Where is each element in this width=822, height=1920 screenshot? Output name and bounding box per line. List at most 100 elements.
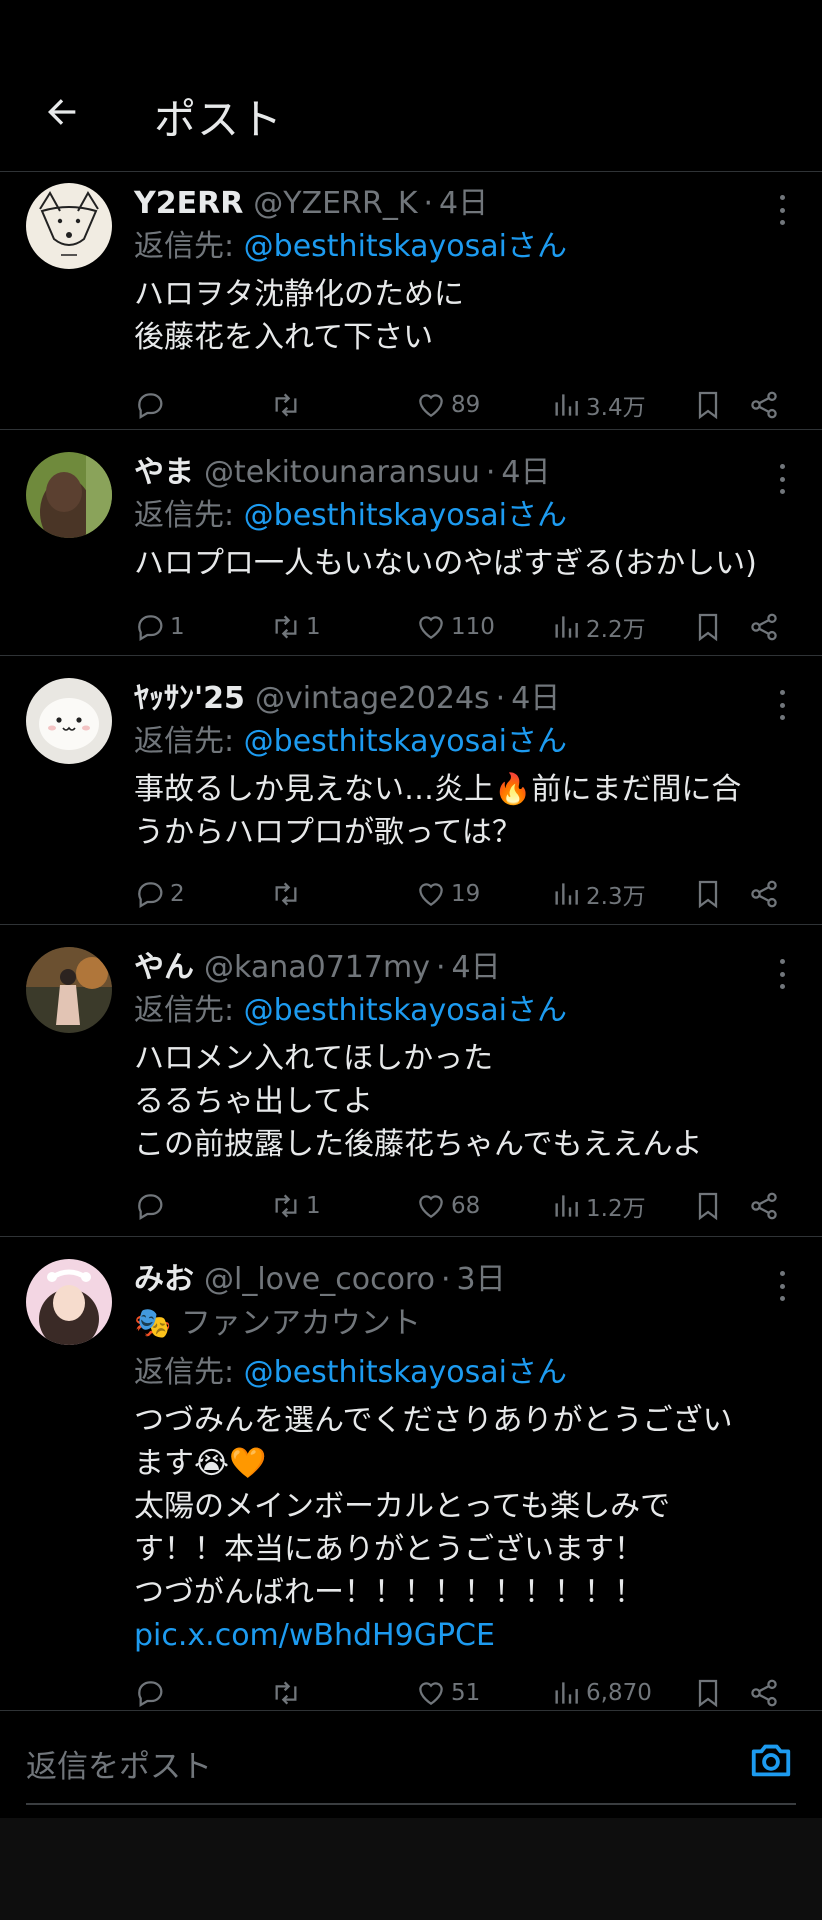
share-button[interactable]: [748, 876, 780, 912]
handle[interactable]: @vintage2024s: [255, 678, 490, 720]
like-button[interactable]: 51: [415, 1675, 480, 1711]
like-button[interactable]: 19: [415, 876, 480, 912]
timestamp[interactable]: 4日: [501, 452, 550, 494]
reply-post[interactable]: みお @l_love_cocoro · 3日 🎭 ファンアカウント 返信先: @…: [0, 1237, 822, 1711]
retweet-icon: [275, 615, 297, 639]
media-link[interactable]: pic.x.com/wBhdH9GPCE: [134, 1614, 792, 1657]
views-icon: [555, 1195, 578, 1217]
reply-post[interactable]: やん @kana0717my · 4日 返信先: @besthitskayosa…: [0, 925, 822, 1237]
bookmark-icon: [698, 1679, 718, 1708]
reply-composer[interactable]: 返信をポスト: [0, 1711, 822, 1819]
avatar[interactable]: [26, 1259, 112, 1345]
composer-underline: [26, 1803, 796, 1805]
repost-button[interactable]: [270, 387, 306, 423]
like-button[interactable]: 110: [415, 609, 495, 645]
bookmark-button[interactable]: [692, 609, 724, 645]
like-button[interactable]: 68: [415, 1188, 480, 1224]
handle[interactable]: @YZERR_K: [253, 183, 417, 225]
repost-button[interactable]: [270, 1675, 306, 1711]
more-button[interactable]: [772, 690, 792, 720]
bookmark-button[interactable]: [692, 1188, 724, 1224]
more-button[interactable]: [772, 959, 792, 989]
retweet-icon: [275, 393, 297, 417]
avatar[interactable]: [26, 183, 112, 269]
views-icon: [555, 616, 578, 638]
share-icon: [751, 391, 777, 419]
mention-link[interactable]: @besthitskayosaiさん: [244, 498, 567, 533]
more-button[interactable]: [772, 195, 792, 225]
avatar[interactable]: [26, 678, 112, 764]
views-button[interactable]: 2.2万: [550, 609, 646, 645]
timestamp[interactable]: 4日: [452, 947, 501, 989]
heart-icon: [419, 616, 443, 640]
views-button[interactable]: 3.4万: [550, 387, 646, 423]
reply-post[interactable]: ﾔｯｻﾝ'25 @vintage2024s · 4日 返信先: @besthit…: [0, 656, 822, 925]
mention-link[interactable]: @besthitskayosaiさん: [244, 724, 567, 759]
reply-post[interactable]: Y2ERR @YZERR_K · 4日 返信先: @besthitskayosa…: [0, 173, 822, 430]
replying-to: 返信先: @besthitskayosaiさん: [134, 720, 792, 764]
timestamp[interactable]: 4日: [439, 183, 488, 225]
views-icon: [555, 394, 578, 416]
avatar[interactable]: [26, 947, 112, 1033]
avatar[interactable]: [26, 452, 112, 538]
reply-button[interactable]: [134, 387, 170, 423]
share-button[interactable]: [748, 1188, 780, 1224]
bookmark-icon: [698, 1192, 718, 1221]
mention-link[interactable]: @besthitskayosaiさん: [244, 1355, 567, 1390]
share-button[interactable]: [748, 609, 780, 645]
bookmark-button[interactable]: [692, 387, 724, 423]
handle[interactable]: @tekitounaransuu: [204, 452, 480, 494]
more-button[interactable]: [772, 1271, 792, 1301]
reply-post[interactable]: やま @tekitounaransuu · 4日 返信先: @besthitsk…: [0, 430, 822, 656]
separator: ·: [423, 186, 434, 221]
repost-button[interactable]: [270, 876, 306, 912]
like-count: 68: [451, 1193, 481, 1219]
views-button[interactable]: 1.2万: [550, 1188, 646, 1224]
share-button[interactable]: [748, 387, 780, 423]
view-count: 6,870: [586, 1680, 652, 1706]
share-icon: [751, 880, 777, 908]
views-button[interactable]: 2.3万: [550, 876, 646, 912]
bookmark-button[interactable]: [692, 1675, 724, 1711]
display-name[interactable]: ﾔｯｻﾝ'25: [134, 678, 245, 720]
handle[interactable]: @kana0717my: [204, 947, 430, 989]
reply-button[interactable]: 1: [134, 609, 185, 645]
display-name[interactable]: Y2ERR: [134, 183, 243, 225]
timestamp[interactable]: 4日: [511, 678, 560, 720]
heart-icon: [419, 394, 443, 418]
reply-button[interactable]: [134, 1675, 170, 1711]
display-name[interactable]: やま: [134, 452, 194, 494]
repost-count: 1: [306, 1193, 321, 1219]
repost-button[interactable]: 1: [270, 1188, 321, 1224]
reply-count: 2: [170, 881, 185, 907]
view-count: 3.4万: [586, 395, 646, 421]
views-icon: [555, 883, 578, 905]
camera-button[interactable]: [748, 1737, 794, 1783]
separator: ·: [435, 950, 446, 985]
timestamp[interactable]: 3日: [457, 1259, 506, 1301]
mention-link[interactable]: @besthitskayosaiさん: [244, 229, 567, 264]
display-name[interactable]: やん: [134, 947, 194, 989]
replying-label: 返信先:: [134, 229, 235, 264]
reply-input[interactable]: 返信をポスト: [26, 1741, 212, 1786]
bookmark-button[interactable]: [692, 876, 724, 912]
share-button[interactable]: [748, 1675, 780, 1711]
handle[interactable]: @l_love_cocoro: [204, 1259, 435, 1301]
reply-icon: [138, 1194, 163, 1221]
replying-to: 返信先: @besthitskayosaiさん: [134, 494, 792, 538]
post-text: つづみんを選んでくださりありがとうござい ます😭🧡 太陽のメインボーカルとっても…: [134, 1403, 733, 1610]
replying-to: 返信先: @besthitskayosaiさん: [134, 1351, 792, 1395]
display-name[interactable]: みお: [134, 1259, 194, 1301]
back-button[interactable]: [38, 88, 86, 136]
more-button[interactable]: [772, 464, 792, 494]
repost-button[interactable]: 1: [270, 609, 321, 645]
reply-button[interactable]: [134, 1188, 170, 1224]
reply-feed: Y2ERR @YZERR_K · 4日 返信先: @besthitskayosa…: [0, 173, 822, 1711]
like-button[interactable]: 89: [415, 387, 480, 423]
reply-icon: [138, 615, 163, 642]
mention-link[interactable]: @besthitskayosaiさん: [244, 993, 567, 1028]
views-button[interactable]: 6,870: [550, 1675, 652, 1711]
heart-icon: [419, 1682, 443, 1706]
reply-button[interactable]: 2: [134, 876, 185, 912]
like-count: 51: [451, 1680, 481, 1706]
